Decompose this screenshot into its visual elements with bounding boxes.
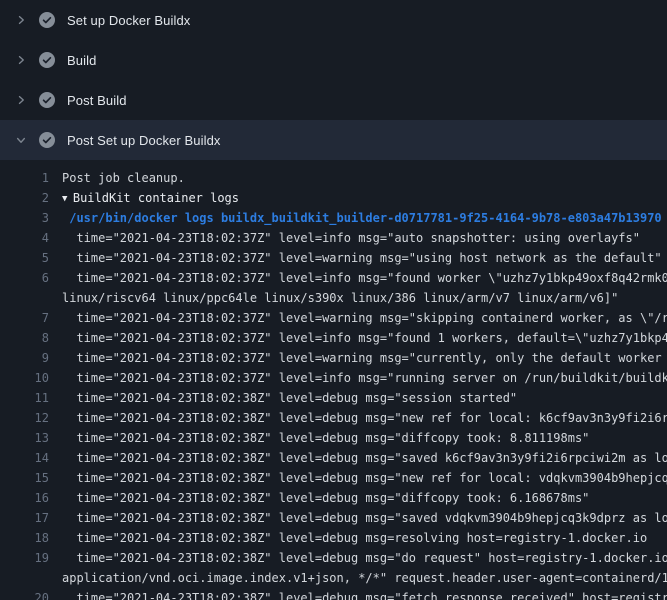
log-line-number[interactable]: 20	[0, 588, 49, 600]
log-line-text: time="2021-04-23T18:02:37Z" level=info m…	[49, 268, 667, 288]
log-line-number[interactable]	[0, 568, 49, 588]
log-line-text: time="2021-04-23T18:02:38Z" level=debug …	[49, 388, 667, 408]
log-line: 20 time="2021-04-23T18:02:38Z" level=deb…	[0, 588, 667, 600]
log-line-text: linux/riscv64 linux/ppc64le linux/s390x …	[49, 288, 667, 308]
step-list: Set up Docker Buildx Build P	[0, 0, 667, 160]
step-title: Set up Docker Buildx	[67, 13, 190, 28]
step-title: Build	[67, 53, 96, 68]
log-line-number[interactable]: 7	[0, 308, 49, 328]
log-line: 17 time="2021-04-23T18:02:38Z" level=deb…	[0, 508, 667, 528]
log-panel[interactable]: 1 Post job cleanup. 2 ▼ BuildKit contain…	[0, 160, 667, 600]
log-line-number[interactable]: 1	[0, 168, 49, 188]
log-line-text: /usr/bin/docker logs buildx_buildkit_bui…	[49, 208, 667, 228]
log-line: 5 time="2021-04-23T18:02:37Z" level=warn…	[0, 248, 667, 268]
step-header[interactable]: Post Set up Docker Buildx	[0, 120, 667, 160]
chevron-right-icon[interactable]	[13, 52, 29, 68]
log-line-number[interactable]: 14	[0, 448, 49, 468]
log-line-text: time="2021-04-23T18:02:38Z" level=debug …	[49, 528, 667, 548]
log-line-text: time="2021-04-23T18:02:37Z" level=warnin…	[49, 248, 667, 268]
log-line-number[interactable]: 4	[0, 228, 49, 248]
log-line-number[interactable]: 11	[0, 388, 49, 408]
log-line: 3 /usr/bin/docker logs buildx_buildkit_b…	[0, 208, 667, 228]
log-line: 18 time="2021-04-23T18:02:38Z" level=deb…	[0, 528, 667, 548]
log-line: 13 time="2021-04-23T18:02:38Z" level=deb…	[0, 428, 667, 448]
log-line: 12 time="2021-04-23T18:02:38Z" level=deb…	[0, 408, 667, 428]
log-line-number[interactable]: 5	[0, 248, 49, 268]
check-circle-icon	[39, 12, 55, 28]
log-line-text: time="2021-04-23T18:02:38Z" level=debug …	[49, 408, 667, 428]
log-line: 4 time="2021-04-23T18:02:37Z" level=info…	[0, 228, 667, 248]
log-line: 15 time="2021-04-23T18:02:38Z" level=deb…	[0, 468, 667, 488]
chevron-down-icon[interactable]	[13, 132, 29, 148]
log-line-text: time="2021-04-23T18:02:38Z" level=debug …	[49, 468, 667, 488]
log-line-text: ▼ BuildKit container logs	[49, 188, 667, 208]
check-circle-icon	[39, 52, 55, 68]
log-line-number[interactable]: 15	[0, 468, 49, 488]
log-line-text: time="2021-04-23T18:02:37Z" level=warnin…	[49, 308, 667, 328]
log-line-number[interactable]: 9	[0, 348, 49, 368]
log-line: 8 time="2021-04-23T18:02:37Z" level=info…	[0, 328, 667, 348]
log-line: 9 time="2021-04-23T18:02:37Z" level=warn…	[0, 348, 667, 368]
log-line-number[interactable]: 12	[0, 408, 49, 428]
log-line-number[interactable]	[0, 288, 49, 308]
log-line-text: time="2021-04-23T18:02:38Z" level=debug …	[49, 488, 667, 508]
step-header[interactable]: Post Build	[0, 80, 667, 120]
log-line-text: time="2021-04-23T18:02:37Z" level=info m…	[49, 368, 667, 388]
log-line: linux/riscv64 linux/ppc64le linux/s390x …	[0, 288, 667, 308]
log-line: 6 time="2021-04-23T18:02:37Z" level=info…	[0, 268, 667, 288]
log-line-number[interactable]: 8	[0, 328, 49, 348]
log-line: 11 time="2021-04-23T18:02:38Z" level=deb…	[0, 388, 667, 408]
log-line-number[interactable]: 17	[0, 508, 49, 528]
log-line-text: time="2021-04-23T18:02:37Z" level=info m…	[49, 228, 667, 248]
log-line-number[interactable]: 19	[0, 548, 49, 568]
log-line-text: time="2021-04-23T18:02:38Z" level=debug …	[49, 508, 667, 528]
log-line-text: time="2021-04-23T18:02:38Z" level=debug …	[49, 428, 667, 448]
log-line-text: time="2021-04-23T18:02:37Z" level=warnin…	[49, 348, 667, 368]
step-title: Post Build	[67, 93, 127, 108]
log-line-text: time="2021-04-23T18:02:37Z" level=info m…	[49, 328, 667, 348]
log-line-text: Post job cleanup.	[49, 168, 667, 188]
step-header[interactable]: Build	[0, 40, 667, 80]
chevron-right-icon[interactable]	[13, 12, 29, 28]
log-line: 2 ▼ BuildKit container logs	[0, 188, 667, 208]
chevron-right-icon[interactable]	[13, 92, 29, 108]
log-line-number[interactable]: 2	[0, 188, 49, 208]
log-line: 1 Post job cleanup.	[0, 168, 667, 188]
log-line: 19 time="2021-04-23T18:02:38Z" level=deb…	[0, 548, 667, 568]
log-line-number[interactable]: 18	[0, 528, 49, 548]
log-line: 14 time="2021-04-23T18:02:38Z" level=deb…	[0, 448, 667, 468]
log-line-number[interactable]: 6	[0, 268, 49, 288]
log-line-text: time="2021-04-23T18:02:38Z" level=debug …	[49, 588, 667, 600]
check-circle-icon	[39, 92, 55, 108]
check-circle-icon	[39, 132, 55, 148]
log-line-text: time="2021-04-23T18:02:38Z" level=debug …	[49, 448, 667, 468]
log-line-text: time="2021-04-23T18:02:38Z" level=debug …	[49, 548, 667, 568]
step-header[interactable]: Set up Docker Buildx	[0, 0, 667, 40]
log-line-number[interactable]: 10	[0, 368, 49, 388]
log-line-text: application/vnd.oci.image.index.v1+json,…	[49, 568, 667, 588]
log-line: application/vnd.oci.image.index.v1+json,…	[0, 568, 667, 588]
log-line: 7 time="2021-04-23T18:02:37Z" level=warn…	[0, 308, 667, 328]
log-line: 10 time="2021-04-23T18:02:37Z" level=inf…	[0, 368, 667, 388]
log-line: 16 time="2021-04-23T18:02:38Z" level=deb…	[0, 488, 667, 508]
log-line-number[interactable]: 16	[0, 488, 49, 508]
step-title: Post Set up Docker Buildx	[67, 133, 221, 148]
log-line-number[interactable]: 13	[0, 428, 49, 448]
log-line-number[interactable]: 3	[0, 208, 49, 228]
group-toggle-icon[interactable]: ▼	[62, 189, 73, 208]
actions-log-viewer: Set up Docker Buildx Build P	[0, 0, 667, 600]
